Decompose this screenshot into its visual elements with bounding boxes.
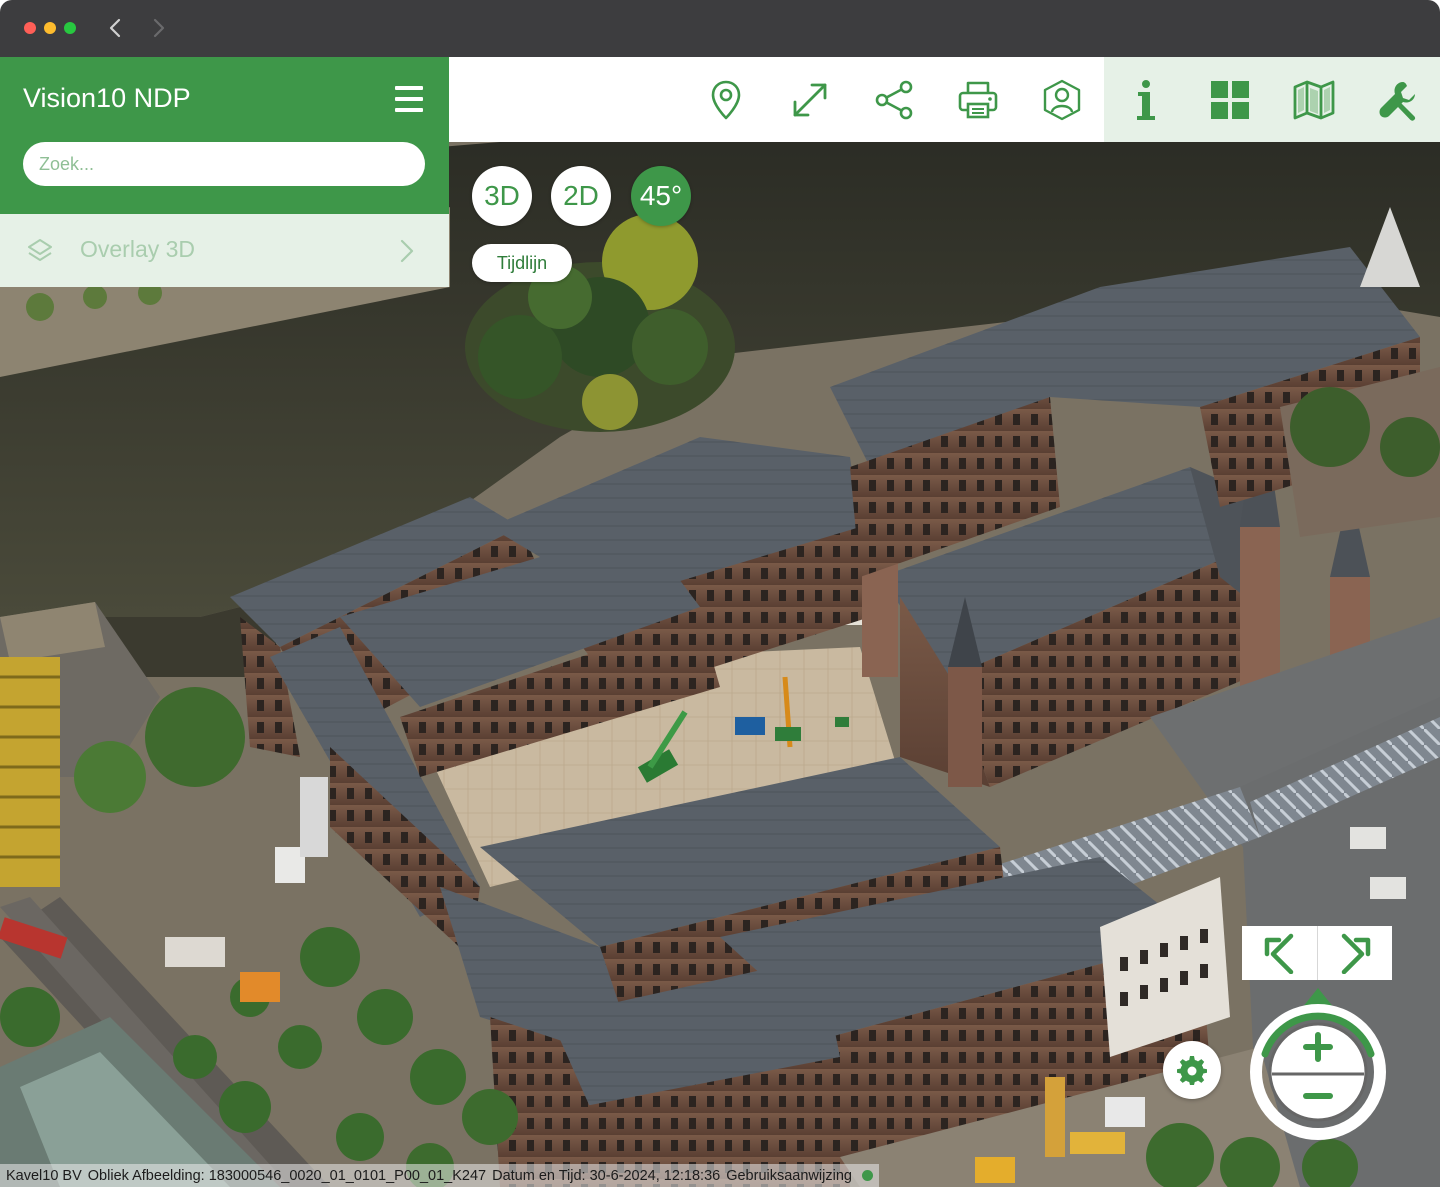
measure-button[interactable]: [768, 57, 852, 142]
location-pin-icon: [711, 80, 741, 119]
settings-button[interactable]: [1163, 1041, 1221, 1099]
maximize-window-button[interactable]: [64, 22, 76, 34]
info-icon: [1137, 79, 1155, 120]
status-image-id: Obliek Afbeelding: 183000546_0020_01_010…: [87, 1167, 487, 1184]
chevron-right-icon: [400, 239, 414, 263]
share-button[interactable]: [852, 57, 936, 142]
forward-arrow-icon[interactable]: [146, 16, 170, 40]
status-company: Kavel10 BV: [6, 1167, 82, 1184]
view-3d-button[interactable]: 3D: [472, 166, 532, 226]
map-button[interactable]: [1272, 57, 1356, 142]
close-window-button[interactable]: [24, 22, 36, 34]
zoom-out-button[interactable]: [1283, 1076, 1351, 1116]
info-button[interactable]: [1104, 57, 1188, 142]
status-indicator: [861, 1170, 873, 1181]
zoom-in-button[interactable]: [1283, 1026, 1351, 1066]
rotate-controls: [1242, 926, 1392, 980]
user-shield-icon: [1043, 79, 1081, 120]
app-title: Vision10 NDP: [23, 83, 191, 113]
map-icon: [1293, 80, 1335, 119]
account-button[interactable]: [1020, 57, 1104, 142]
hamburger-menu-icon[interactable]: [395, 86, 423, 112]
rotate-left-icon: [1264, 933, 1293, 974]
location-button[interactable]: [684, 57, 768, 142]
gear-icon: [1177, 1056, 1207, 1085]
top-toolbar: [449, 57, 1440, 142]
overlay-3d-label: Overlay 3D: [80, 236, 196, 262]
rotate-right-button[interactable]: [1317, 926, 1392, 980]
timeline-button[interactable]: Tijdlijn: [472, 244, 572, 282]
overlay-3d-item[interactable]: Overlay 3D: [0, 214, 449, 287]
minimize-window-button[interactable]: [44, 22, 56, 34]
share-icon: [875, 80, 913, 119]
view-2d-button[interactable]: 2D: [551, 166, 611, 226]
view-45-button[interactable]: 45°: [631, 166, 691, 226]
tools-button[interactable]: [1356, 57, 1440, 142]
panel-header: Vision10 NDP: [0, 57, 449, 214]
print-button[interactable]: [936, 57, 1020, 142]
wrench-icon: [1379, 81, 1416, 121]
rotate-left-button[interactable]: [1242, 926, 1317, 980]
expand-arrow-icon: [793, 83, 827, 116]
back-arrow-icon[interactable]: [104, 16, 128, 40]
status-bar: Kavel10 BV Obliek Afbeelding: 183000546_…: [0, 1164, 879, 1187]
user-manual-link[interactable]: Gebruiksaanwijzing: [726, 1168, 852, 1184]
layers-icon: [28, 239, 52, 261]
search-input[interactable]: [23, 142, 425, 186]
window-titlebar: [0, 0, 1440, 57]
layers-grid-button[interactable]: [1188, 57, 1272, 142]
grid-icon: [1211, 80, 1249, 119]
status-datetime: Datum en Tijd: 30-6-2024, 12:18:36: [492, 1167, 721, 1184]
side-panel: Vision10 NDP Overlay 3D: [0, 57, 449, 287]
rotate-right-icon: [1341, 933, 1371, 974]
print-icon: [958, 81, 998, 118]
